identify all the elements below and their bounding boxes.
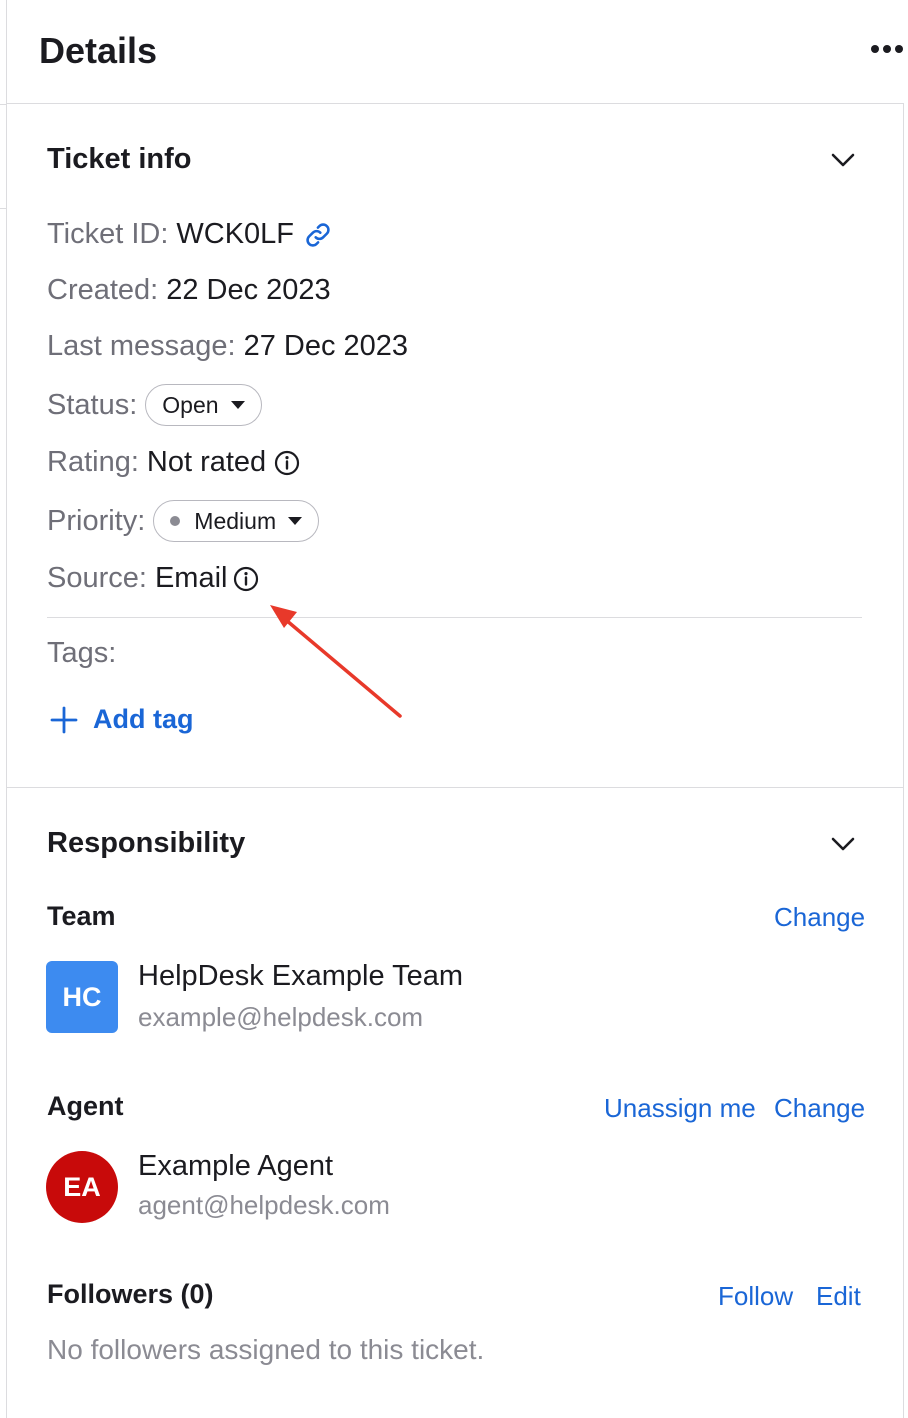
agent-email: agent@helpdesk.com [138, 1190, 390, 1220]
caret-down-icon [288, 517, 303, 525]
info-icon[interactable] [233, 566, 259, 592]
rating-value: Not rated [146, 446, 267, 478]
priority-value: Medium [194, 507, 277, 534]
priority-dropdown[interactable]: Medium [153, 500, 320, 542]
rating-label: Rating: [47, 446, 139, 478]
edit-followers-link[interactable]: Edit [816, 1281, 861, 1312]
add-tag-label: Add tag [93, 704, 194, 734]
agent-avatar: EA [46, 1151, 118, 1223]
no-followers-text: No followers assigned to this ticket. [47, 1334, 485, 1365]
created-value: 22 Dec 2023 [166, 274, 331, 306]
agent-change-link[interactable]: Change [774, 1093, 865, 1124]
last-message-label: Last message: [47, 330, 236, 362]
rating-row: Rating: Not rated [47, 446, 300, 479]
followers-label: Followers (0) [47, 1279, 214, 1309]
team-avatar: HC [46, 961, 118, 1033]
last-message-value: 27 Dec 2023 [243, 330, 409, 362]
tags-row: Tags: [47, 637, 116, 670]
ticket-id-row: Ticket ID: WCK0LF [47, 218, 332, 251]
status-row: Status: Open [47, 384, 262, 426]
add-tag-button[interactable]: Add tag [49, 704, 194, 735]
status-value: Open [162, 391, 219, 418]
created-label: Created: [47, 274, 159, 306]
priority-dot-icon [170, 516, 181, 526]
plus-icon [50, 706, 78, 733]
team-avatar-initials: HC [62, 981, 102, 1012]
ticket-info-divider [47, 617, 862, 618]
details-panel: Details Ticket info Ticket ID: WCK0LF Cr… [7, 0, 904, 1418]
team-name: HelpDesk Example Team [138, 960, 464, 992]
priority-label: Priority: [47, 504, 146, 537]
info-icon[interactable] [274, 450, 300, 476]
agent-avatar-initials: EA [63, 1171, 101, 1202]
agent-name: Example Agent [138, 1150, 334, 1182]
last-message-row: Last message: 27 Dec 2023 [47, 330, 408, 363]
section-separator [7, 787, 904, 788]
follow-link[interactable]: Follow [718, 1281, 793, 1312]
details-header: Details [7, 0, 904, 104]
status-dropdown[interactable]: Open [145, 384, 262, 426]
status-label: Status: [47, 388, 138, 421]
agent-label: Agent [47, 1091, 124, 1121]
caret-down-icon [230, 401, 245, 409]
chevron-down-icon[interactable] [829, 830, 857, 858]
ticket-id-label: Ticket ID: [47, 218, 169, 250]
page-title: Details [39, 30, 158, 71]
source-label: Source: [47, 562, 147, 594]
ticket-id-value: WCK0LF [176, 218, 295, 250]
more-horizontal-icon[interactable] [870, 42, 904, 56]
tags-label: Tags: [47, 637, 117, 669]
priority-row: Priority: Medium [47, 500, 320, 542]
created-row: Created: 22 Dec 2023 [47, 274, 331, 307]
source-value: Email [154, 562, 228, 594]
unassign-me-link[interactable]: Unassign me [604, 1093, 756, 1124]
link-icon[interactable] [304, 221, 332, 249]
ticket-info-title: Ticket info [47, 143, 192, 175]
left-edge-divider [0, 208, 6, 209]
team-email: example@helpdesk.com [138, 1002, 424, 1032]
source-row: Source: Email [47, 562, 259, 595]
left-edge-divider [0, 104, 6, 105]
team-label: Team [47, 901, 116, 931]
left-edge-strip [0, 0, 7, 1418]
chevron-down-icon[interactable] [829, 146, 857, 174]
team-change-link[interactable]: Change [774, 902, 865, 933]
responsibility-title: Responsibility [47, 827, 246, 859]
